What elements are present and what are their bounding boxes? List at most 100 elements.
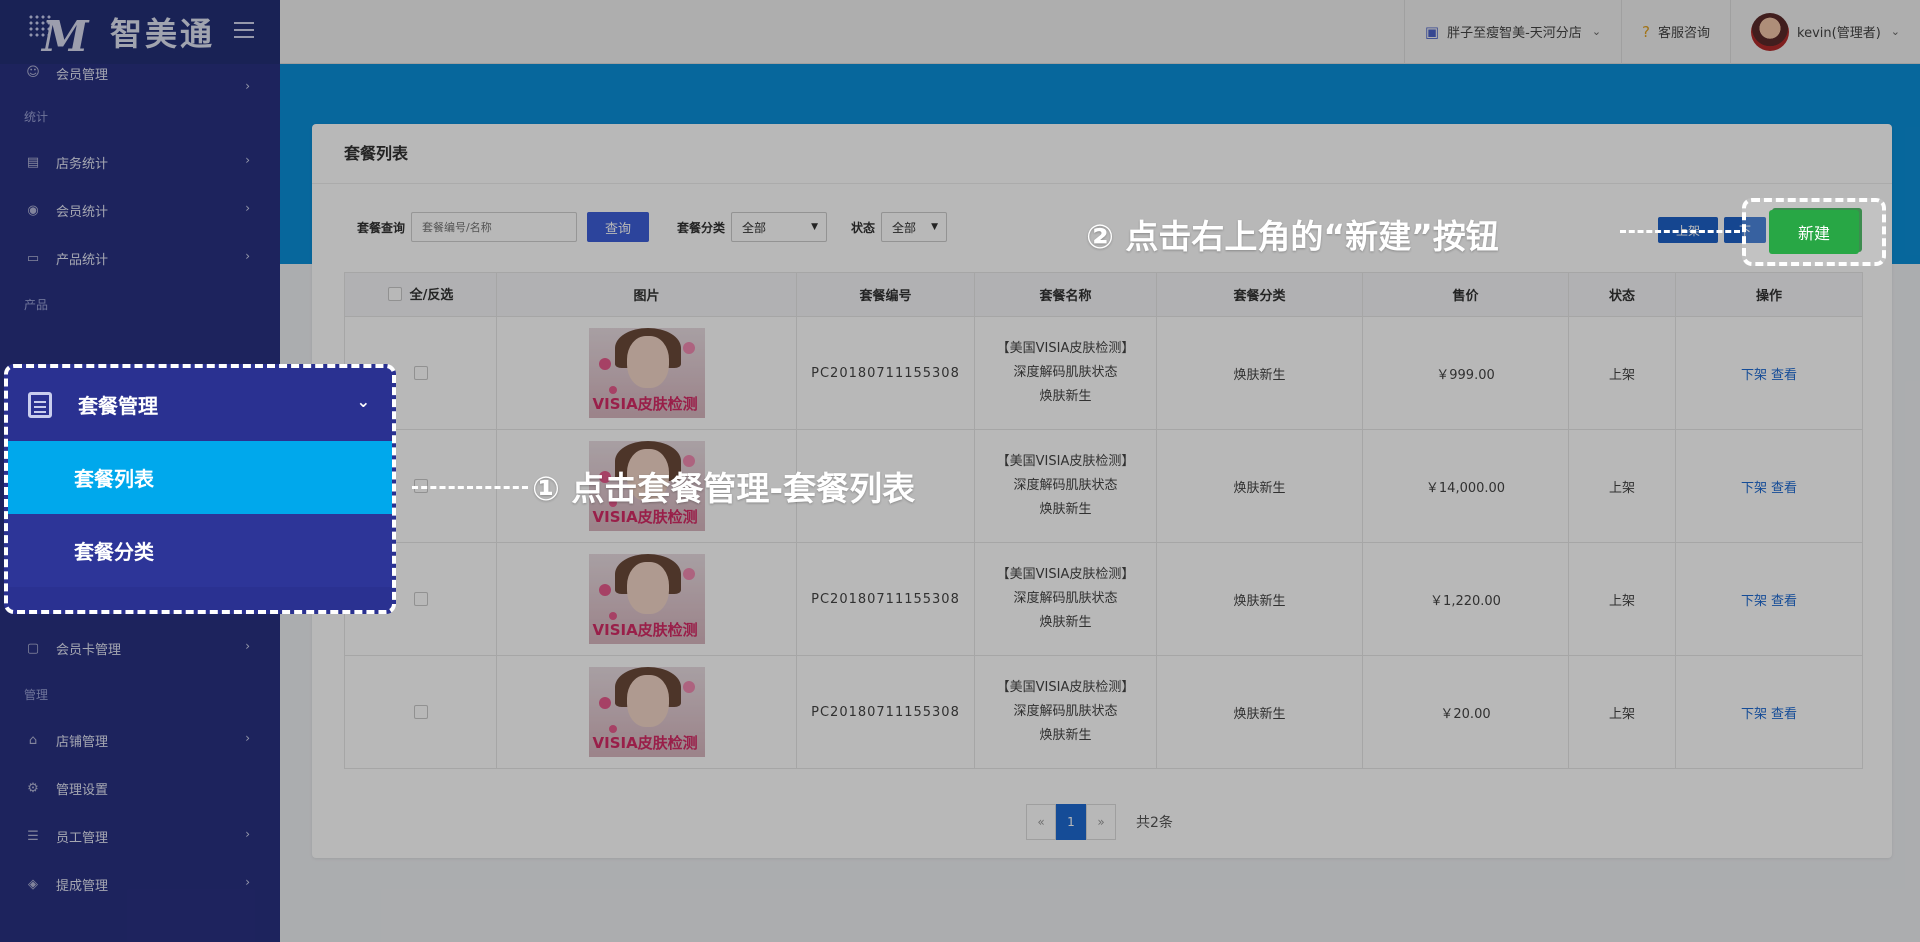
table-row: VISIA皮肤检测 PC20180711155308 【美国VISIA皮肤检测】 深度…	[344, 542, 1863, 656]
col-image: 图片	[496, 272, 797, 317]
step1-connector	[412, 486, 528, 489]
select-all-checkbox[interactable]	[387, 286, 402, 301]
store-selector[interactable]: ▣ 胖子至瘦智美-天河分店 ⌄	[1403, 0, 1621, 64]
store-icon: ▣	[1424, 22, 1440, 41]
row-price: ￥20.00	[1362, 655, 1569, 769]
row-checkbox[interactable]	[413, 705, 428, 719]
query-label: 套餐查询	[357, 220, 406, 235]
step1-annotation: ① 点击套餐管理-套餐列表	[532, 469, 916, 508]
document-icon: ▤	[26, 154, 40, 170]
status-select-value: 全部	[892, 220, 917, 235]
next-page-button[interactable]: »	[1086, 804, 1116, 840]
total-count: 共2条	[1136, 815, 1173, 831]
query-button[interactable]: 查询	[587, 212, 650, 242]
col-select-all-label: 全/反选	[409, 288, 454, 304]
user-name: kevin(管理者)	[1797, 26, 1881, 41]
sidebar-item-9[interactable]: ⌂ 店铺管理 ›	[0, 716, 280, 764]
unshelve-link[interactable]: 下架	[1741, 481, 1767, 496]
sidebar-item-12[interactable]: ◈ 提成管理 ›	[0, 860, 280, 908]
sidebar-item-label: 提成管理	[56, 878, 109, 894]
row-category: 焕肤新生	[1156, 542, 1363, 656]
sidebar-item-11[interactable]: ☰ 员工管理 ›	[0, 812, 280, 860]
row-name-line: 【美国VISIA皮肤检测】	[996, 341, 1135, 356]
sidebar-item-2[interactable]: ▤ 店务统计 ›	[0, 138, 280, 186]
customer-service-label: 客服咨询	[1658, 26, 1711, 41]
row-code: PC20180711155308	[796, 316, 975, 430]
caret-down-icon: ▼	[811, 222, 819, 232]
row-select-cell	[344, 655, 497, 769]
chevron-right-icon: ›	[245, 827, 250, 841]
row-image-cell: VISIA皮肤检测	[496, 316, 797, 430]
sidebar-item-10[interactable]: ⚙ 管理设置	[0, 764, 280, 812]
row-name-line: 深度解码肌肤状态	[1013, 591, 1118, 606]
unshelve-link[interactable]: 下架	[1741, 594, 1767, 609]
search-input[interactable]	[411, 212, 578, 242]
sidebar-item-4[interactable]: ▭ 产品统计 ›	[0, 234, 280, 282]
status-select[interactable]: 全部 ▼	[881, 212, 948, 242]
sidebar-item-label: 员工管理	[56, 830, 109, 846]
sidebar-item-package-category[interactable]: 套餐分类	[8, 514, 392, 587]
chevron-right-icon: ›	[245, 79, 250, 93]
sidebar-item-package-list[interactable]: 套餐列表	[8, 441, 392, 514]
image-caption: VISIA皮肤检测	[592, 395, 698, 413]
row-status: 上架	[1568, 655, 1676, 769]
menu-highlight-callout: 套餐管理 ⌄ 套餐列表 套餐分类	[4, 364, 396, 614]
row-checkbox[interactable]	[413, 592, 428, 606]
row-price: ￥14,000.00	[1362, 429, 1569, 543]
row-name-line: 【美国VISIA皮肤检测】	[996, 680, 1135, 695]
view-link[interactable]: 查看	[1771, 594, 1797, 609]
row-code: PC20180711155308	[796, 542, 975, 656]
row-code: PC20180711155308	[796, 655, 975, 769]
sidebar-item-label: 产品统计	[56, 252, 109, 268]
step2-connector	[1620, 230, 1740, 233]
new-button-highlighted[interactable]: 新建	[1769, 210, 1859, 254]
chevron-down-icon: ⌄	[1591, 25, 1602, 38]
card-icon: ▢	[26, 640, 40, 656]
sidebar-item-0[interactable]: ☺ 会员管理 ›	[0, 64, 280, 94]
folder-icon: ▭	[26, 250, 40, 266]
unshelve-link[interactable]: 下架	[1741, 368, 1767, 383]
row-actions: 下架 查看	[1675, 542, 1863, 656]
image-caption: VISIA皮肤检测	[592, 621, 698, 639]
row-name-line: 深度解码肌肤状态	[1013, 478, 1118, 493]
col-name: 套餐名称	[974, 272, 1157, 317]
view-link[interactable]: 查看	[1771, 368, 1797, 383]
col-status: 状态	[1568, 272, 1676, 317]
row-name-line: 深度解码肌肤状态	[1013, 365, 1118, 380]
sidebar-item-label: 会员管理	[56, 68, 109, 83]
category-label: 套餐分类	[677, 220, 726, 235]
step2-annotation: ② 点击右上角的“新建”按钮	[1086, 217, 1499, 256]
col-code: 套餐编号	[796, 272, 975, 317]
unshelve-link[interactable]: 下架	[1741, 707, 1767, 722]
commission-icon: ◈	[28, 876, 38, 892]
chevron-right-icon: ›	[245, 153, 250, 167]
filter-bar: 套餐查询 查询 套餐分类 全部 ▼ 状态 全部 ▼	[357, 212, 948, 242]
row-price: ￥1,220.00	[1362, 542, 1569, 656]
sidebar-item-7[interactable]: ▢ 会员卡管理 ›	[0, 624, 280, 672]
table-row: VISIA皮肤检测 PC20180711155308 【美国VISIA皮肤检测】 深度…	[344, 316, 1863, 430]
row-image-cell: VISIA皮肤检测	[496, 655, 797, 769]
package-image: VISIA皮肤检测	[588, 328, 705, 418]
customer-service-button[interactable]: ? 客服咨询	[1621, 0, 1730, 64]
logo-icon: M	[28, 8, 108, 61]
prev-page-button[interactable]: «	[1026, 804, 1056, 840]
row-checkbox[interactable]	[413, 366, 428, 380]
user-menu[interactable]: kevin(管理者) ⌄	[1730, 0, 1920, 64]
row-actions: 下架 查看	[1675, 429, 1863, 543]
col-actions: 操作	[1675, 272, 1863, 317]
shop-icon: ⌂	[28, 732, 38, 748]
row-name-line: 【美国VISIA皮肤检测】	[996, 454, 1135, 469]
row-category: 焕肤新生	[1156, 655, 1363, 769]
sidebar-item-package-management[interactable]: 套餐管理 ⌄	[8, 368, 392, 441]
sidebar-item-label: 店铺管理	[56, 734, 109, 750]
menu-toggle-icon[interactable]	[234, 22, 254, 38]
sidebar-item-3[interactable]: ◉ 会员统计 ›	[0, 186, 280, 234]
camera-icon: ◉	[27, 202, 39, 218]
col-category: 套餐分类	[1156, 272, 1363, 317]
page-1-button[interactable]: 1	[1056, 804, 1086, 840]
category-select[interactable]: 全部 ▼	[731, 212, 828, 242]
row-category: 焕肤新生	[1156, 429, 1363, 543]
sidebar-item-label: 店务统计	[56, 156, 109, 172]
view-link[interactable]: 查看	[1771, 481, 1797, 496]
view-link[interactable]: 查看	[1771, 707, 1797, 722]
